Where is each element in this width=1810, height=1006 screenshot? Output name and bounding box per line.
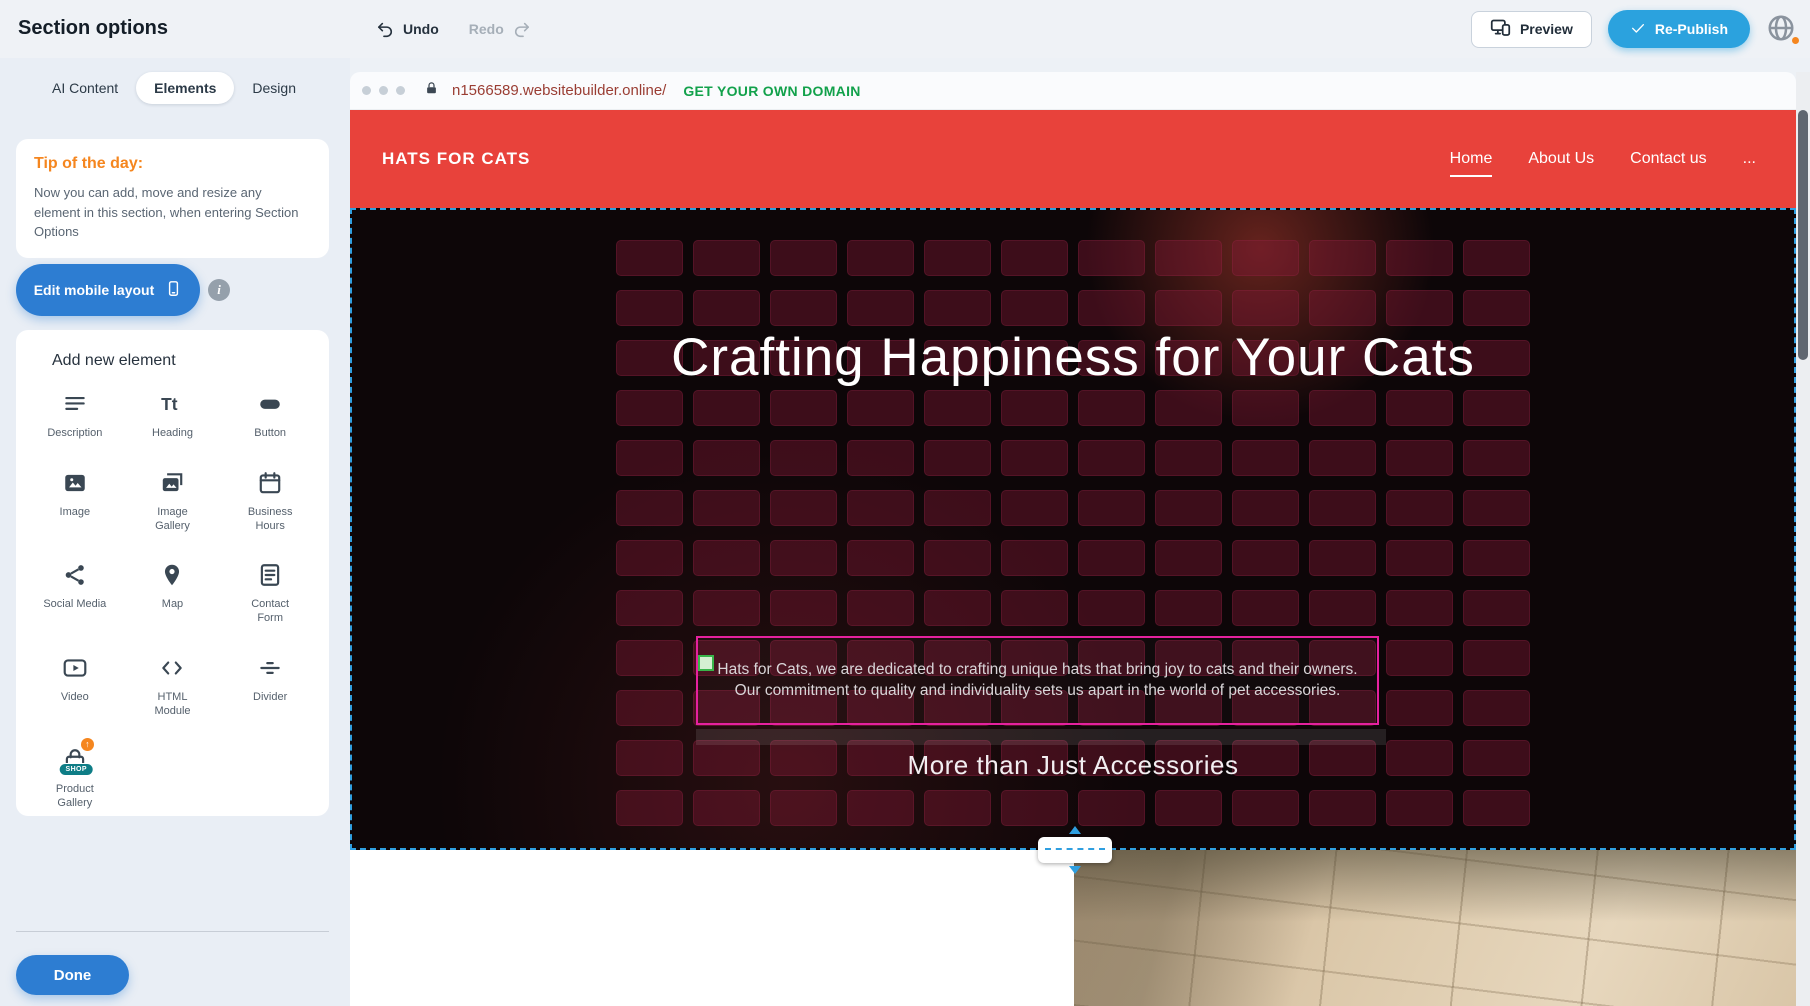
edit-mobile-layout-button[interactable]: Edit mobile layout: [16, 264, 200, 316]
page-title: Section options: [18, 17, 168, 40]
sidebar-divider: [16, 931, 329, 932]
redo-button[interactable]: Redo: [469, 20, 531, 39]
heading-icon: Tt: [156, 388, 188, 420]
hero-subtitle[interactable]: More than Just Accessories: [352, 750, 1794, 781]
element-item-divider[interactable]: Divider: [221, 652, 319, 719]
language-globe-button[interactable]: [1766, 13, 1798, 45]
arrow-up-icon: [1069, 826, 1081, 834]
tip-title: Tip of the day:: [34, 155, 311, 173]
resize-dash-line: [1045, 848, 1105, 850]
map-icon: [156, 559, 188, 591]
contact-form-icon: [254, 559, 286, 591]
check-icon: [1630, 20, 1646, 39]
topbar-actions: Preview Re-Publish: [1471, 0, 1798, 58]
window-dot: [379, 86, 388, 95]
tip-body: Now you can add, move and resize any ele…: [34, 183, 311, 242]
window-dot: [396, 86, 405, 95]
add-new-element-panel: Add new element Description Tt Heading B…: [16, 330, 329, 816]
done-button[interactable]: Done: [16, 955, 129, 995]
edit-mobile-label: Edit mobile layout: [34, 282, 155, 298]
divider-icon: [254, 652, 286, 684]
republish-button[interactable]: Re-Publish: [1608, 10, 1750, 48]
nav-item-home[interactable]: Home: [1450, 150, 1493, 168]
element-item-button[interactable]: Button: [221, 388, 319, 441]
element-grid: Description Tt Heading Button Image: [26, 388, 319, 811]
section-resize-handle[interactable]: [1038, 837, 1112, 863]
element-item-product-gallery[interactable]: SHOP ↑ Product Gallery: [26, 744, 124, 811]
nav-item-about-us[interactable]: About Us: [1528, 150, 1594, 168]
element-item-heading[interactable]: Tt Heading: [124, 388, 222, 441]
undo-label: Undo: [403, 21, 439, 37]
hero-title[interactable]: Crafting Happiness for Your Cats: [352, 318, 1794, 399]
element-item-video[interactable]: Video: [26, 652, 124, 719]
lock-icon: [424, 81, 439, 101]
notification-dot: [1792, 37, 1799, 44]
upgrade-badge: ↑: [81, 738, 94, 751]
tip-of-the-day-card: Tip of the day: Now you can add, move an…: [16, 139, 329, 258]
site-preview: HATS FOR CATS Home About Us Contact us .…: [350, 110, 1796, 1006]
site-nav: Home About Us Contact us ...: [1450, 110, 1756, 208]
window-dots: [362, 86, 405, 95]
scrollbar-thumb[interactable]: [1798, 110, 1808, 360]
svg-text:Tt: Tt: [162, 394, 179, 414]
element-item-business-hours[interactable]: Business Hours: [221, 467, 319, 534]
element-item-image[interactable]: Image: [26, 467, 124, 534]
element-item-description[interactable]: Description: [26, 388, 124, 441]
topbar: Section options Undo Redo Preview Re-P: [0, 0, 1810, 58]
social-media-icon: [59, 559, 91, 591]
undo-redo-group: Undo Redo: [376, 0, 531, 58]
phone-icon: [165, 280, 182, 300]
site-header[interactable]: HATS FOR CATS Home About Us Contact us .…: [350, 110, 1796, 208]
sidebar: AI Content Elements Design Tip of the da…: [0, 58, 350, 1006]
preview-label: Preview: [1520, 21, 1573, 37]
undo-button[interactable]: Undo: [376, 20, 439, 39]
pavement-photo: [1074, 850, 1796, 1006]
element-hover-ghost: [696, 729, 1386, 745]
element-item-contact-form[interactable]: Contact Form: [221, 559, 319, 626]
nav-item-contact-us[interactable]: Contact us: [1630, 150, 1706, 168]
tab-design[interactable]: Design: [234, 72, 314, 104]
shop-badge: SHOP: [59, 763, 94, 776]
element-item-html-module[interactable]: HTML Module: [124, 652, 222, 719]
description-icon: [59, 388, 91, 420]
site-logo[interactable]: HATS FOR CATS: [382, 149, 530, 169]
site-url: n1566589.websitebuilder.online/: [452, 82, 666, 99]
element-item-social-media[interactable]: Social Media: [26, 559, 124, 626]
video-icon: [59, 652, 91, 684]
redo-label: Redo: [469, 21, 504, 37]
sidebar-tabs: AI Content Elements Design: [34, 72, 310, 104]
editor-canvas: n1566589.websitebuilder.online/ GET YOUR…: [350, 58, 1810, 1006]
devices-icon: [1490, 17, 1511, 41]
product-gallery-icon: SHOP ↑: [59, 744, 91, 776]
add-new-element-title: Add new element: [52, 352, 319, 370]
info-icon[interactable]: i: [208, 279, 230, 301]
hero-section-selected[interactable]: Crafting Happiness for Your Cats More th…: [350, 208, 1796, 850]
element-item-image-gallery[interactable]: Image Gallery: [124, 467, 222, 534]
button-icon: [254, 388, 286, 420]
tab-ai-content[interactable]: AI Content: [34, 72, 136, 104]
resize-handle-left[interactable]: [698, 655, 714, 671]
canvas-scrollbar[interactable]: [1796, 72, 1810, 1006]
arrow-down-icon: [1069, 866, 1081, 874]
business-hours-icon: [254, 467, 286, 499]
image-gallery-icon: [156, 467, 188, 499]
image-icon: [59, 467, 91, 499]
redo-icon: [512, 20, 531, 39]
preview-button[interactable]: Preview: [1471, 11, 1592, 48]
get-domain-link[interactable]: GET YOUR OWN DOMAIN: [683, 83, 860, 99]
element-item-map[interactable]: Map: [124, 559, 222, 626]
browser-chrome-bar: n1566589.websitebuilder.online/ GET YOUR…: [350, 72, 1796, 110]
selected-text-element[interactable]: Hats for Cats, we are dedicated to craft…: [696, 636, 1379, 725]
html-module-icon: [156, 652, 188, 684]
tab-elements[interactable]: Elements: [136, 72, 234, 104]
nav-item-more[interactable]: ...: [1743, 150, 1756, 168]
republish-label: Re-Publish: [1655, 21, 1728, 37]
undo-icon: [376, 20, 395, 39]
window-dot: [362, 86, 371, 95]
hero-body-text: Hats for Cats, we are dedicated to craft…: [698, 660, 1377, 702]
